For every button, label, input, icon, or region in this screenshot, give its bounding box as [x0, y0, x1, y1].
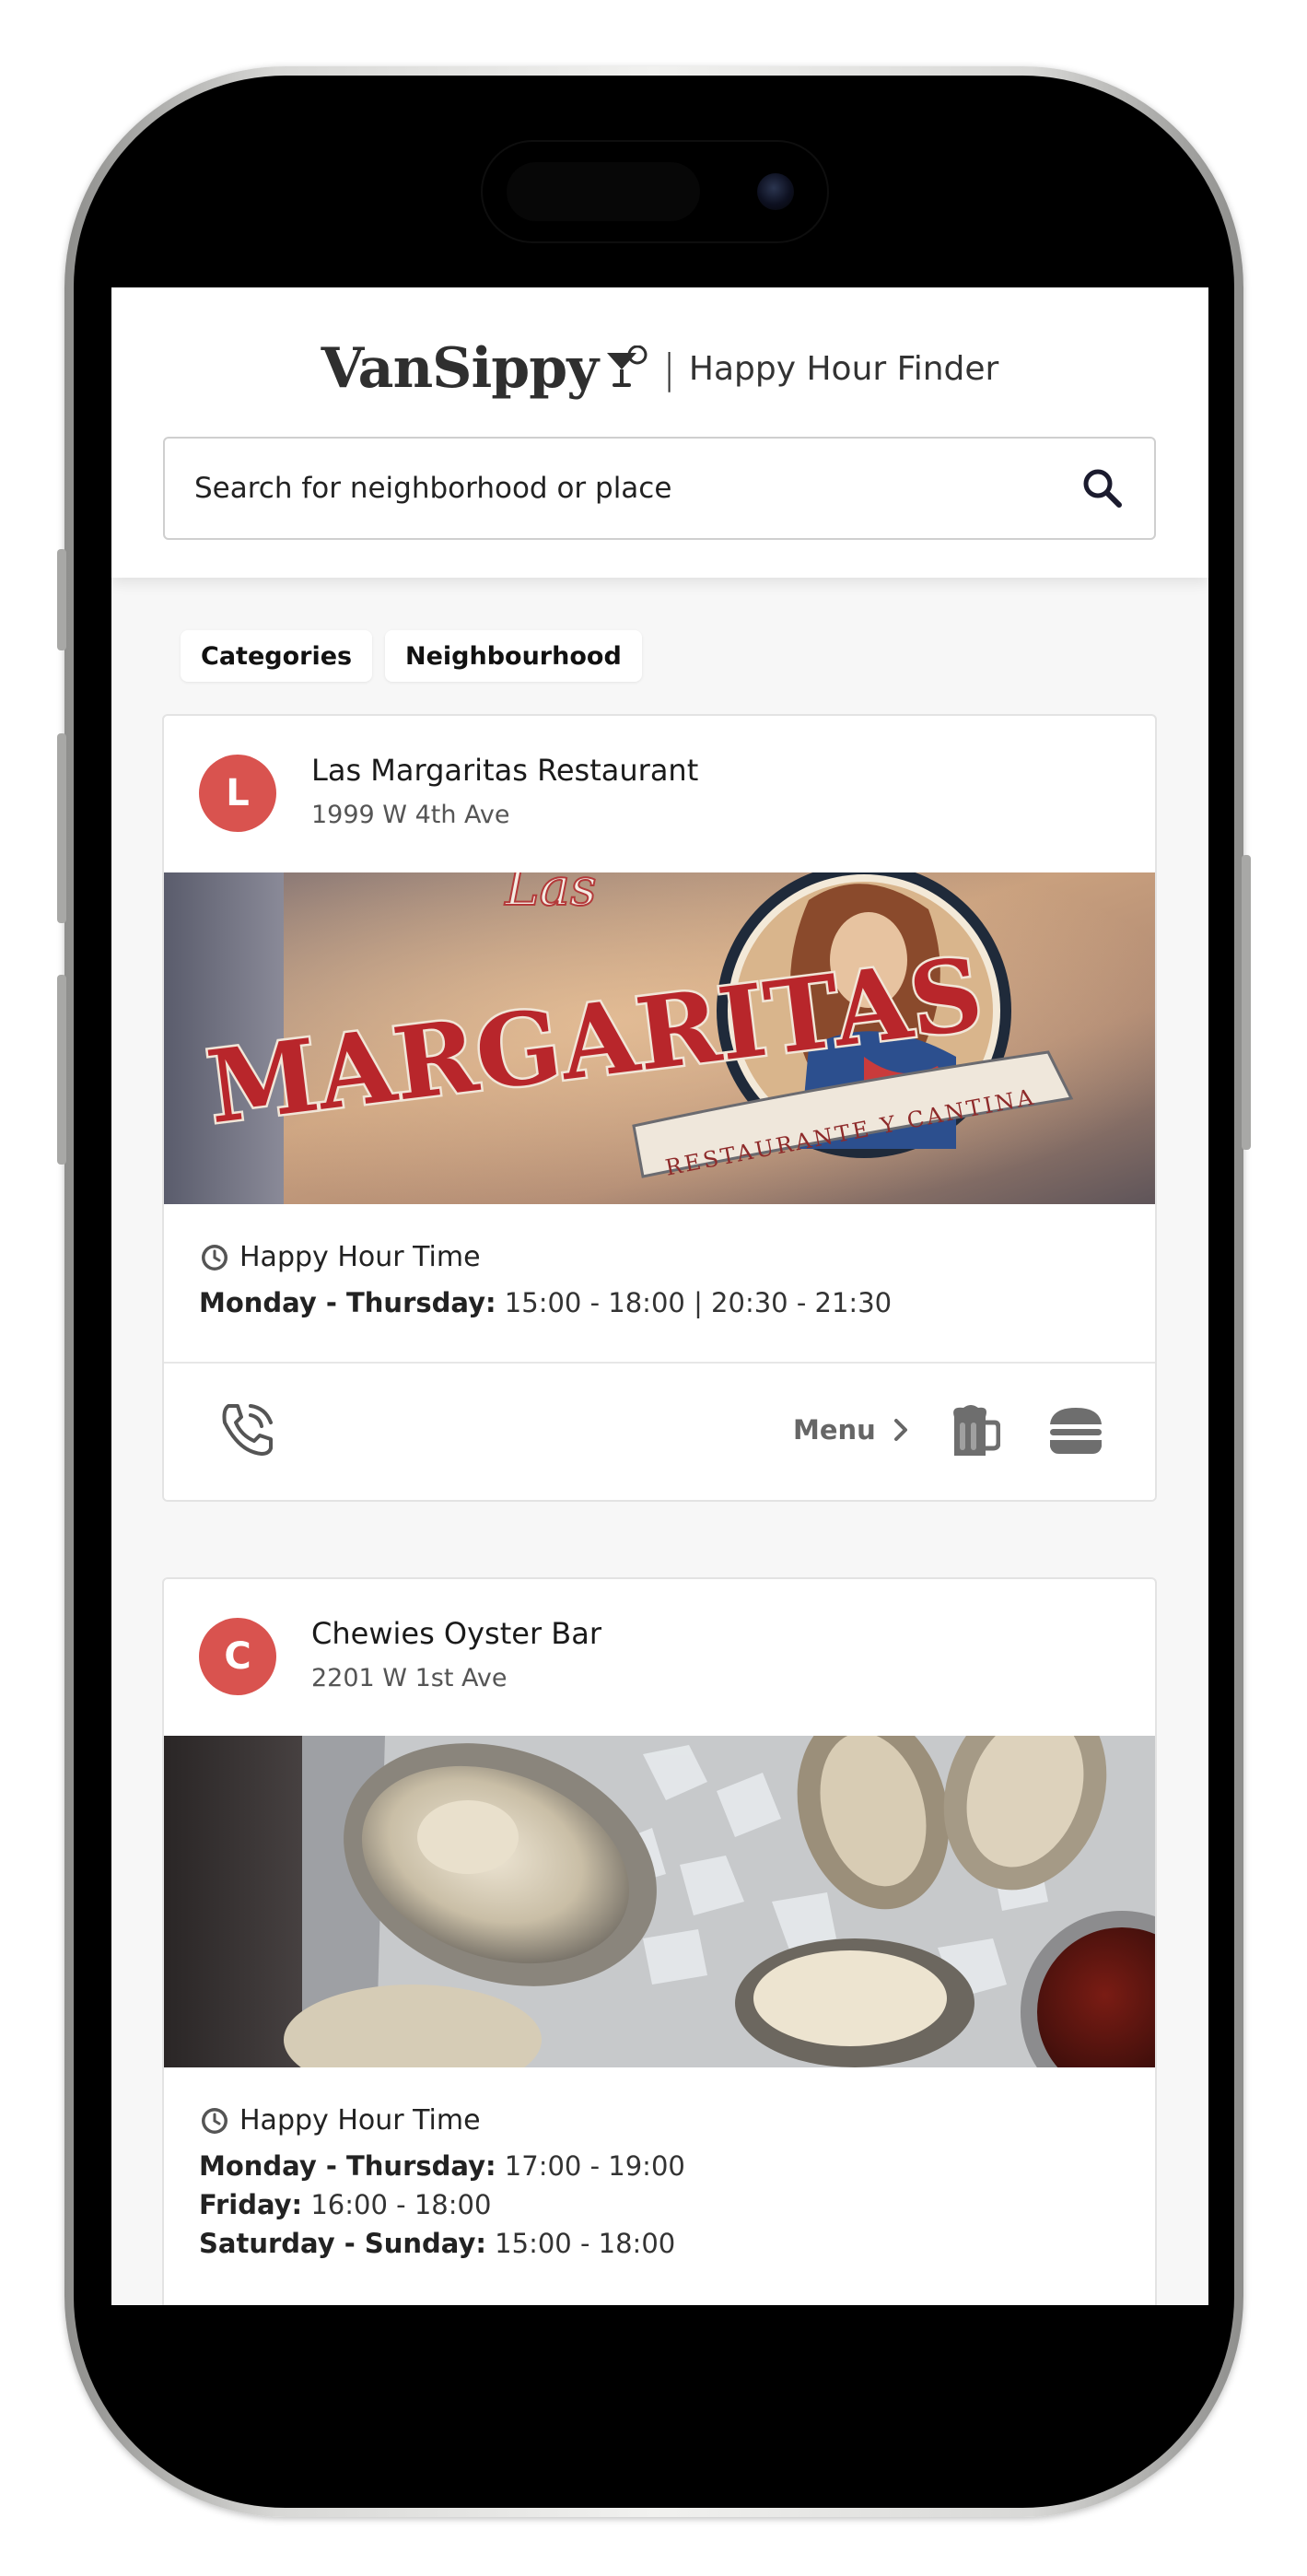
venue-card[interactable]: L Las Margaritas Restaurant 1999 W 4th A… — [162, 714, 1157, 1502]
happy-hour-days: Monday - Thursday: — [199, 2150, 496, 2182]
power-button — [1242, 855, 1251, 1150]
app-logo: VanSippy — [321, 336, 599, 401]
menu-link[interactable]: Menu — [793, 1408, 915, 1452]
margaritas-sign-image: Las MARGARITAS RESTAURANTE Y CANTINA — [164, 872, 1155, 1204]
venue-address: 1999 W 4th Ave — [311, 801, 510, 829]
oysters-image — [164, 1736, 1155, 2067]
avatar: C — [199, 1618, 276, 1695]
happy-hour-times: 17:00 - 19:00 — [504, 2150, 685, 2182]
happy-hour-times: 15:00 - 18:00 | 20:30 - 21:30 — [504, 1287, 893, 1318]
happy-hour-title-row: Happy Hour Time — [199, 1241, 1120, 1273]
app-header: VanSippy | Happy Hour Finder — [111, 287, 1208, 578]
happy-hour-section: Happy Hour Time Monday - Thursday: 17:00… — [164, 2067, 1155, 2260]
app-tagline: Happy Hour Finder — [688, 349, 999, 388]
venue-name[interactable]: Chewies Oyster Bar — [311, 1616, 601, 1651]
card-header: C Chewies Oyster Bar 2201 W 1st Ave — [164, 1579, 1155, 1736]
filter-chip-neighbourhood[interactable]: Neighbourhood — [385, 630, 642, 682]
venue-card[interactable]: C Chewies Oyster Bar 2201 W 1st Ave Happ… — [162, 1577, 1157, 2305]
venue-name[interactable]: Las Margaritas Restaurant — [311, 753, 698, 788]
filter-chip-categories[interactable]: Categories — [181, 630, 373, 682]
happy-hour-line: Friday: 16:00 - 18:00 — [199, 2188, 1120, 2221]
card-header: L Las Margaritas Restaurant 1999 W 4th A… — [164, 716, 1155, 872]
brand[interactable]: VanSippy | Happy Hour Finder — [111, 332, 1208, 405]
app-screen: VanSippy | Happy Hour Finder Categories … — [111, 287, 1208, 2305]
search-bar[interactable] — [163, 437, 1156, 540]
venue-photo: Las MARGARITAS RESTAURANTE Y CANTINA — [164, 872, 1155, 1204]
card-actions: Menu — [164, 1362, 1155, 1500]
happy-hour-times: 16:00 - 18:00 — [310, 2189, 492, 2220]
happy-hour-title: Happy Hour Time — [239, 2104, 481, 2137]
beer-mug-icon[interactable] — [947, 1402, 1000, 1459]
happy-hour-days: Monday - Thursday: — [199, 1287, 496, 1318]
brand-separator: | — [662, 345, 676, 392]
clock-icon — [202, 1244, 228, 1270]
happy-hour-times: 15:00 - 18:00 — [495, 2228, 676, 2259]
search-input[interactable] — [193, 471, 1079, 506]
happy-hour-line: Saturday - Sunday: 15:00 - 18:00 — [199, 2227, 1120, 2260]
happy-hour-title: Happy Hour Time — [239, 1241, 481, 1273]
venue-address: 2201 W 1st Ave — [311, 1664, 508, 1692]
happy-hour-days: Saturday - Sunday: — [199, 2228, 486, 2259]
menu-label: Menu — [793, 1414, 876, 1446]
venue-photo — [164, 1736, 1155, 2067]
happy-hour-days: Friday: — [199, 2189, 303, 2220]
island-sensor — [507, 162, 700, 221]
happy-hour-section: Happy Hour Time Monday - Thursday: 15:00… — [164, 1204, 1155, 1319]
chevron-right-icon — [893, 1419, 907, 1441]
happy-hour-title-row: Happy Hour Time — [199, 2104, 1120, 2137]
search-icon[interactable] — [1079, 464, 1126, 512]
front-camera — [757, 173, 794, 210]
happy-hour-line: Monday - Thursday: 15:00 - 18:00 | 20:30… — [199, 1286, 1120, 1319]
happy-hour-line: Monday - Thursday: 17:00 - 19:00 — [199, 2149, 1120, 2183]
phone-icon[interactable] — [217, 1400, 276, 1459]
action-button — [57, 549, 66, 650]
clock-icon — [202, 2107, 228, 2134]
martini-glass-icon — [607, 345, 648, 387]
svg-text:Las: Las — [504, 872, 596, 918]
volume-down-button — [57, 975, 66, 1165]
volume-up-button — [57, 733, 66, 923]
burger-icon[interactable] — [1046, 1404, 1105, 1458]
avatar: L — [199, 755, 276, 832]
dynamic-island — [481, 140, 829, 243]
